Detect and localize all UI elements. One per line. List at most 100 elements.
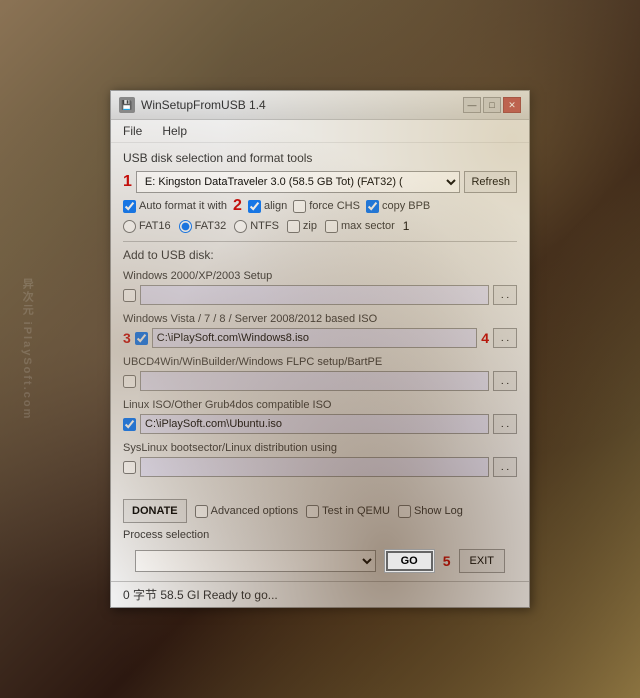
format-options-row: FAT16 FAT32 NTFS zip max sector 1 [123, 219, 517, 233]
badge-4: 4 [481, 330, 489, 346]
ubcd-row: . . [123, 371, 517, 391]
test-qemu-checkbox[interactable] [306, 505, 319, 518]
donate-button[interactable]: DONATE [123, 499, 187, 523]
vista-title: Windows Vista / 7 / 8 / Server 2008/2012… [123, 313, 517, 325]
badge-5: 5 [443, 553, 451, 569]
test-qemu-label[interactable]: Test in QEMU [306, 505, 390, 518]
app-icon: 💾 [119, 97, 135, 113]
fat16-label: FAT16 [139, 220, 171, 232]
disk-dropdown[interactable]: E: Kingston DataTraveler 3.0 (58.5 GB To… [136, 171, 461, 193]
force-chs-checkbox[interactable] [293, 200, 306, 213]
force-chs-label: force CHS [309, 200, 360, 212]
menu-file[interactable]: File [119, 122, 146, 140]
usb-item-vista: Windows Vista / 7 / 8 / Server 2008/2012… [123, 313, 517, 348]
process-row: GO 5 EXIT [123, 545, 517, 577]
badge-2: 2 [233, 197, 242, 215]
advanced-options-checkbox[interactable] [195, 505, 208, 518]
advanced-options-text: Advanced options [211, 505, 298, 517]
max-sector-value: 1 [403, 219, 410, 233]
badge-3: 3 [123, 330, 131, 346]
test-qemu-text: Test in QEMU [322, 505, 390, 517]
usb-item-syslinux: SysLinux bootsector/Linux distribution u… [123, 442, 517, 477]
title-bar-left: 💾 WinSetupFromUSB 1.4 [119, 97, 266, 113]
linux-checkbox[interactable] [123, 418, 136, 431]
ntfs-radio[interactable] [234, 220, 247, 233]
copy-bpb-label: copy BPB [382, 200, 430, 212]
zip-checkbox[interactable] [287, 220, 300, 233]
fat32-radio-label[interactable]: FAT32 [179, 220, 227, 233]
title-bar-controls: — □ ✕ [463, 97, 521, 113]
syslinux-path[interactable] [140, 457, 489, 477]
max-sector-label: max sector [341, 220, 395, 232]
vista-browse-button[interactable]: . . [493, 328, 517, 348]
syslinux-browse-button[interactable]: . . [493, 457, 517, 477]
disk-section-label: USB disk selection and format tools [123, 151, 517, 165]
vista-path[interactable] [152, 328, 477, 348]
fat32-radio[interactable] [179, 220, 192, 233]
status-bar: 0 字节 58.5 GI Ready to go... [111, 581, 529, 607]
linux-title: Linux ISO/Other Grub4dos compatible ISO [123, 399, 517, 411]
auto-format-checkbox-label[interactable]: Auto format it with [123, 200, 227, 213]
show-log-checkbox[interactable] [398, 505, 411, 518]
process-dropdown[interactable] [135, 550, 376, 572]
ubcd-path[interactable] [140, 371, 489, 391]
close-button[interactable]: ✕ [503, 97, 521, 113]
title-bar: 💾 WinSetupFromUSB 1.4 — □ ✕ [111, 91, 529, 120]
linux-row: . . [123, 414, 517, 434]
winxp-title: Windows 2000/XP/2003 Setup [123, 270, 517, 282]
bottom-bar: DONATE Advanced options Test in QEMU Sho… [111, 493, 529, 529]
ubcd-checkbox[interactable] [123, 375, 136, 388]
winxp-browse-button[interactable]: . . [493, 285, 517, 305]
main-content: USB disk selection and format tools 1 E:… [111, 143, 529, 493]
fat16-radio-label[interactable]: FAT16 [123, 220, 171, 233]
ntfs-radio-label[interactable]: NTFS [234, 220, 279, 233]
winxp-path[interactable] [140, 285, 489, 305]
align-checkbox-label[interactable]: align [248, 200, 287, 213]
go-label: GO [401, 555, 418, 567]
disk-selection-row: 1 E: Kingston DataTraveler 3.0 (58.5 GB … [123, 171, 517, 193]
align-checkbox[interactable] [248, 200, 261, 213]
syslinux-row: . . [123, 457, 517, 477]
show-log-label[interactable]: Show Log [398, 505, 463, 518]
max-sector-checkbox-label[interactable]: max sector [325, 220, 395, 233]
vista-checkbox[interactable] [135, 332, 148, 345]
ubcd-title: UBCD4Win/WinBuilder/Windows FLPC setup/B… [123, 356, 517, 368]
process-section: Process selection GO 5 EXIT [111, 529, 529, 581]
format-row: Auto format it with 2 align force CHS co… [123, 197, 517, 215]
syslinux-title: SysLinux bootsector/Linux distribution u… [123, 442, 517, 454]
minimize-button[interactable]: — [463, 97, 481, 113]
menu-bar: File Help [111, 120, 529, 143]
main-window: 💾 WinSetupFromUSB 1.4 — □ ✕ File Help US… [110, 90, 530, 608]
max-sector-checkbox[interactable] [325, 220, 338, 233]
status-text: 0 字节 58.5 GI Ready to go... [123, 588, 278, 602]
usb-item-linux: Linux ISO/Other Grub4dos compatible ISO … [123, 399, 517, 434]
usb-item-winxp: Windows 2000/XP/2003 Setup . . [123, 270, 517, 305]
linux-path[interactable] [140, 414, 489, 434]
linux-browse-button[interactable]: . . [493, 414, 517, 434]
usb-item-ubcd: UBCD4Win/WinBuilder/Windows FLPC setup/B… [123, 356, 517, 391]
refresh-button[interactable]: Refresh [464, 171, 517, 193]
maximize-button[interactable]: □ [483, 97, 501, 113]
winxp-checkbox[interactable] [123, 289, 136, 302]
ntfs-label: NTFS [250, 220, 279, 232]
show-log-text: Show Log [414, 505, 463, 517]
copy-bpb-checkbox[interactable] [366, 200, 379, 213]
fat16-radio[interactable] [123, 220, 136, 233]
auto-format-checkbox[interactable] [123, 200, 136, 213]
ubcd-browse-button[interactable]: . . [493, 371, 517, 391]
align-label: align [264, 200, 287, 212]
syslinux-checkbox[interactable] [123, 461, 136, 474]
advanced-options-label[interactable]: Advanced options [195, 505, 298, 518]
zip-checkbox-label[interactable]: zip [287, 220, 317, 233]
go-button[interactable]: GO [384, 549, 435, 573]
force-chs-checkbox-label[interactable]: force CHS [293, 200, 360, 213]
vista-row: 3 4 . . [123, 328, 517, 348]
window-title: WinSetupFromUSB 1.4 [141, 98, 266, 112]
exit-button[interactable]: EXIT [459, 549, 505, 573]
add-label: Add to USB disk: [123, 248, 517, 262]
menu-help[interactable]: Help [158, 122, 191, 140]
badge-1: 1 [123, 173, 132, 191]
copy-bpb-checkbox-label[interactable]: copy BPB [366, 200, 430, 213]
auto-format-label: Auto format it with [139, 200, 227, 212]
process-label: Process selection [123, 529, 517, 541]
